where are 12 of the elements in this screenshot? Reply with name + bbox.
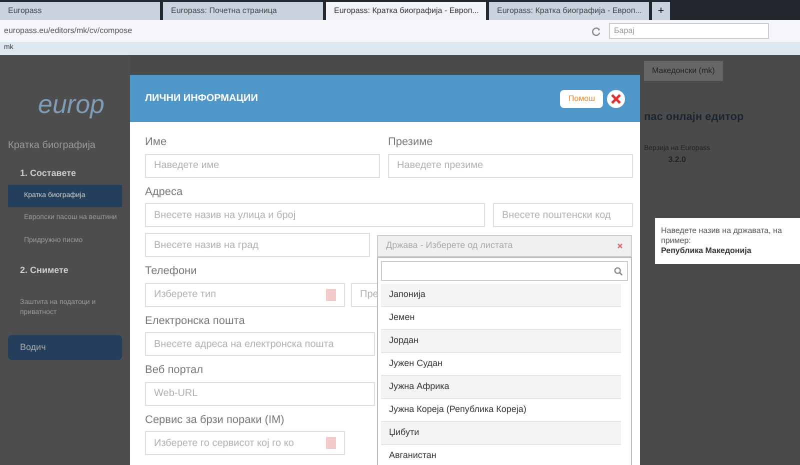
field-label: Име (145, 135, 167, 150)
field-label: Сервис за брзи пораки (IM) (145, 412, 284, 428)
tooltip-text: Наведете назив на државата, на пример: (661, 226, 783, 246)
dialog-title: ЛИЧНИ ИНФОРМАЦИИ (145, 92, 258, 106)
field-label: Веб портал (145, 363, 204, 378)
logo: europ (37, 88, 106, 121)
page-subtitle: Кратка биографија (8, 139, 96, 153)
tooltip-example: Република Македонија (661, 246, 752, 256)
field-label: Адреса (145, 184, 183, 200)
field-label: Електронска пошта (145, 314, 245, 328)
field-label: Телефони (145, 264, 197, 279)
field-label: Презиме (388, 135, 433, 150)
